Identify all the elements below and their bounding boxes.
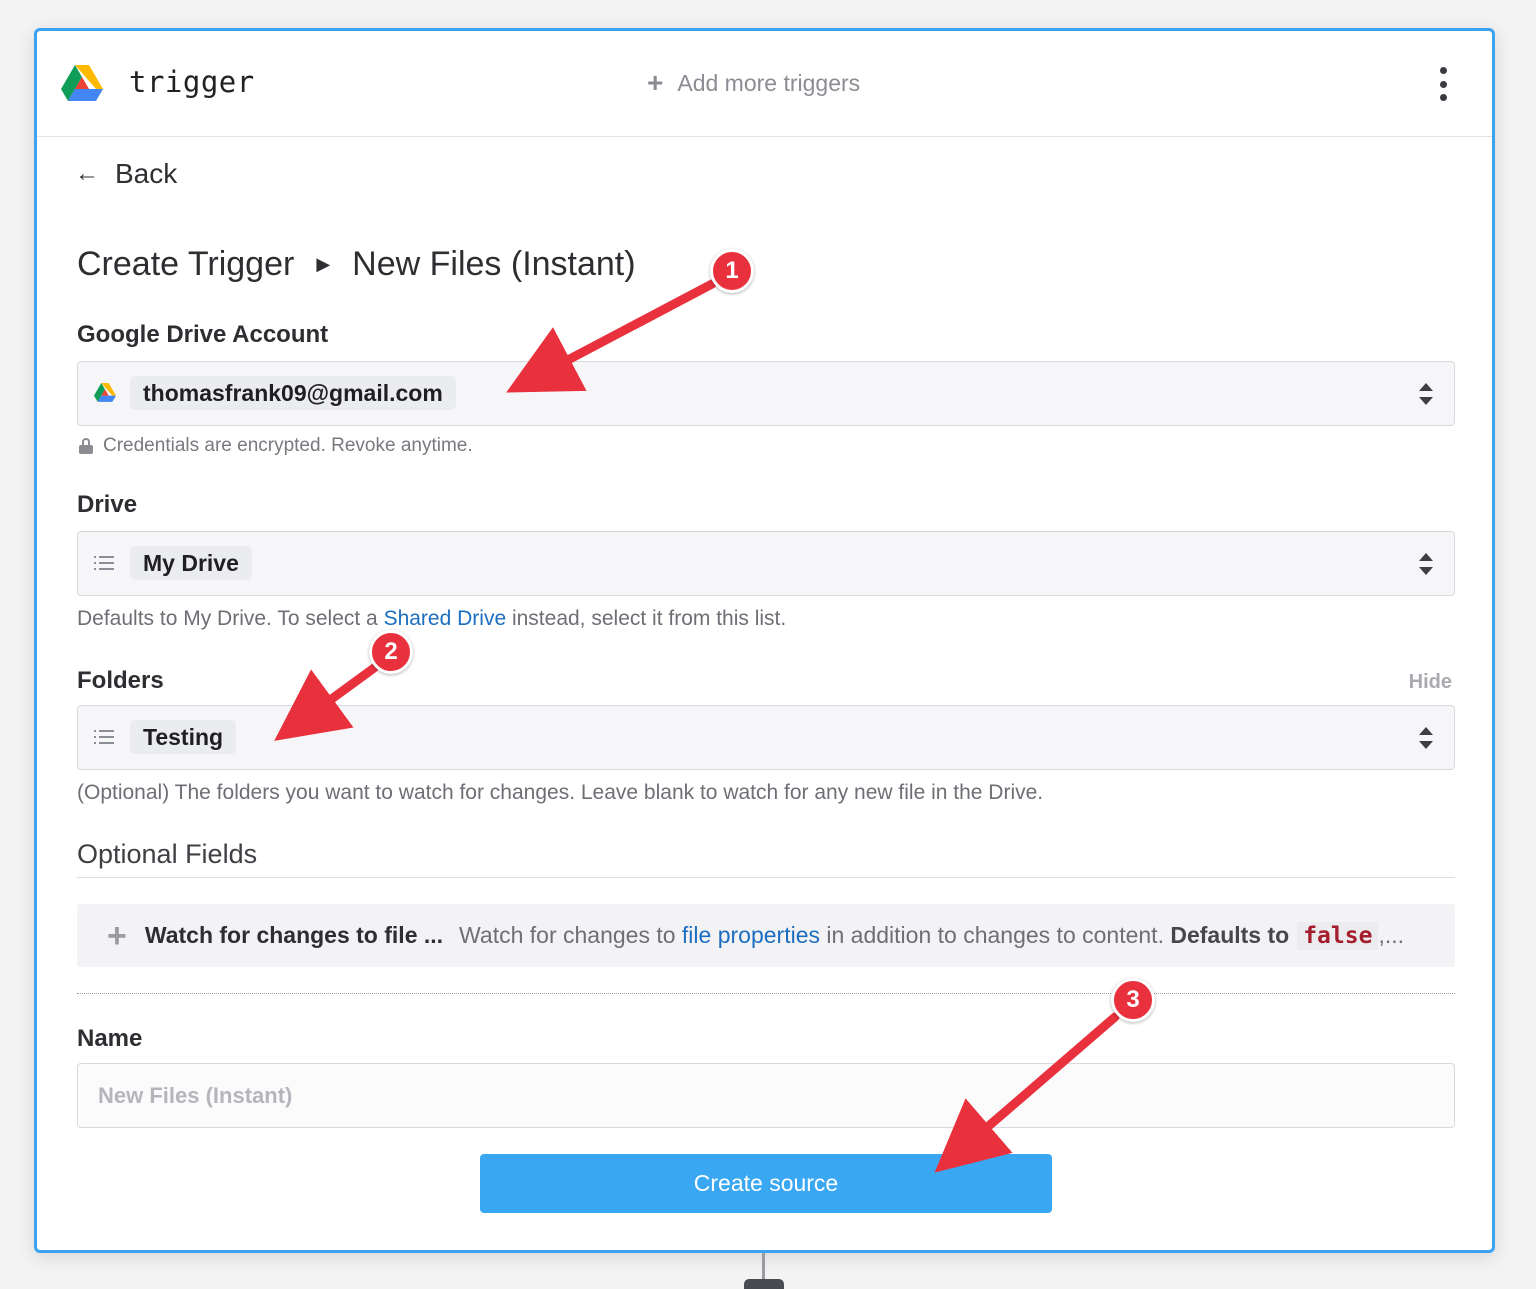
folders-select[interactable]: Testing <box>77 705 1455 770</box>
drive-hint-text: Defaults to My Drive. To select a <box>77 607 384 630</box>
create-source-button[interactable]: Create source <box>480 1154 1052 1213</box>
optional-field-desc-tail: ,... <box>1378 922 1405 948</box>
add-more-triggers-label: Add more triggers <box>677 69 861 96</box>
shared-drive-link[interactable]: Shared Drive <box>384 607 507 630</box>
drive-select[interactable]: My Drive <box>77 531 1455 596</box>
drive-label: Drive <box>77 491 138 518</box>
optional-field-default-label: Defaults to <box>1170 922 1290 948</box>
breadcrumb: Create Trigger ▶ New Files (Instant) <box>77 245 636 284</box>
plus-icon: + <box>107 916 127 955</box>
optional-field-row[interactable]: + Watch for changes to file ... Watch fo… <box>77 904 1455 967</box>
name-label: Name <box>77 1025 143 1052</box>
workflow-next-node[interactable] <box>744 1279 784 1289</box>
google-drive-logo-icon <box>61 65 103 101</box>
arrow-left-icon: ← <box>75 160 99 187</box>
annotation-badge-2: 2 <box>369 630 413 674</box>
google-drive-icon <box>94 383 116 402</box>
drive-hint: Defaults to My Drive. To select a Shared… <box>77 607 786 631</box>
folders-hint: (Optional) The folders you want to watch… <box>77 781 1044 804</box>
lock-icon <box>79 438 93 454</box>
breadcrumb-parent: Create Trigger <box>77 245 295 283</box>
account-value: thomasfrank09@gmail.com <box>130 376 456 410</box>
optional-field-description: Watch for changes to file properties in … <box>459 922 1405 950</box>
optional-field-name: Watch for changes to file ... <box>144 922 444 948</box>
divider <box>77 877 1455 878</box>
list-icon <box>94 552 116 574</box>
account-label: Google Drive Account <box>77 321 329 348</box>
optional-field-desc-text-2: in addition to changes to content. <box>820 922 1171 948</box>
optional-field-desc-text: Watch for changes to <box>459 922 682 948</box>
annotation-badge-1: 1 <box>710 249 754 293</box>
card-header: trigger + Add more triggers <box>37 31 1492 137</box>
default-value-code: false <box>1297 922 1379 950</box>
more-options-icon[interactable] <box>1438 67 1448 101</box>
trigger-card: trigger + Add more triggers ← Back Creat… <box>34 28 1495 1253</box>
drive-hint-text-end: instead, select it from this list. <box>506 607 787 630</box>
security-note-text: Credentials are encrypted. Revoke anytim… <box>103 435 473 456</box>
add-more-triggers-button[interactable]: + Add more triggers <box>647 69 860 97</box>
annotation-badge-3: 3 <box>1111 978 1155 1022</box>
select-arrows-icon <box>1418 383 1434 405</box>
app-name: trigger <box>129 65 255 99</box>
list-icon <box>94 726 116 748</box>
hide-folders-link[interactable]: Hide <box>1409 671 1452 694</box>
optional-fields-title: Optional Fields <box>77 839 258 869</box>
breadcrumb-current: New Files (Instant) <box>352 245 636 283</box>
folders-value: Testing <box>130 720 237 754</box>
file-properties-link[interactable]: file properties <box>682 922 820 948</box>
account-select[interactable]: thomasfrank09@gmail.com <box>77 361 1455 426</box>
select-arrows-icon <box>1418 727 1434 749</box>
back-button[interactable]: ← Back <box>75 158 177 190</box>
select-arrows-icon <box>1418 553 1434 575</box>
plus-icon: + <box>647 67 664 98</box>
name-input[interactable] <box>77 1063 1455 1128</box>
back-label: Back <box>115 158 178 189</box>
caret-right-icon: ▶ <box>316 254 331 274</box>
dotted-divider <box>77 993 1455 994</box>
drive-value: My Drive <box>130 546 252 580</box>
folders-label: Folders <box>77 667 164 694</box>
security-note: Credentials are encrypted. Revoke anytim… <box>79 435 473 457</box>
